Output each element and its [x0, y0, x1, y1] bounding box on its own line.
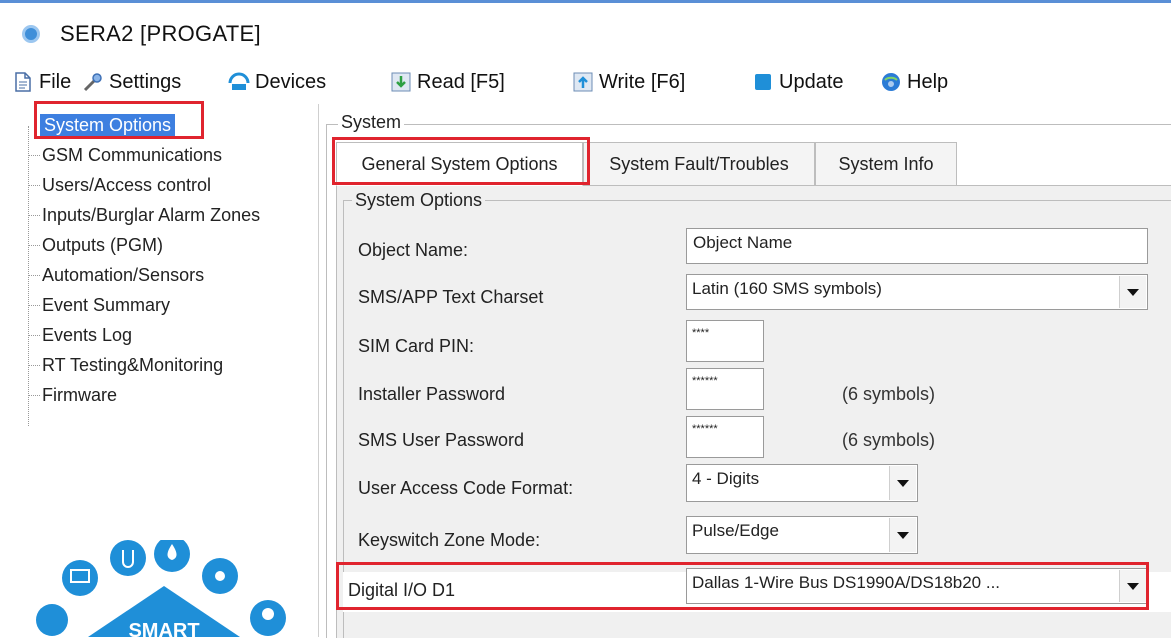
digital-io-value: Dallas 1-Wire Bus DS1990A/DS18b20 ...	[692, 573, 1001, 592]
tab-system-fault-troubles[interactable]: System Fault/Troubles	[583, 142, 815, 186]
sidebar-item-label: Automation/Sensors	[42, 264, 205, 285]
digital-io-label: Digital I/O D1	[348, 580, 456, 600]
object-name-field[interactable]: Object Name	[686, 228, 1148, 264]
menu-devices-label: Devices	[255, 70, 327, 93]
menu-read[interactable]: Read [F5]	[390, 68, 505, 96]
access-code-format-label: User Access Code Format:	[358, 478, 574, 498]
tab-system-info[interactable]: System Info	[815, 142, 957, 186]
chevron-down-icon[interactable]	[1119, 276, 1146, 308]
sidebar-item-gsm-communications[interactable]: GSM Communications	[28, 140, 222, 170]
sidebar-item-outputs[interactable]: Outputs (PGM)	[28, 230, 163, 260]
chevron-down-icon[interactable]	[1119, 570, 1146, 602]
sidebar-item-label: Event Summary	[42, 294, 171, 315]
app-icon	[22, 25, 40, 43]
menu-file[interactable]: File	[12, 68, 71, 96]
sim-pin-field[interactable]: ****	[686, 320, 764, 362]
sidebar-item-events-log[interactable]: Events Log	[28, 320, 132, 350]
access-code-format-value: 4 - Digits	[692, 469, 760, 488]
sidebar-item-automation[interactable]: Automation/Sensors	[28, 260, 204, 290]
chevron-down-icon[interactable]	[889, 518, 916, 552]
write-icon	[572, 71, 594, 93]
smart-home-logo: SMART	[30, 540, 300, 637]
sms-user-password-label: SMS User Password	[358, 430, 525, 450]
chevron-down-icon[interactable]	[889, 466, 916, 500]
sidebar-item-label: GSM Communications	[42, 144, 223, 165]
menu-help-label: Help	[907, 70, 949, 93]
sidebar-item-label: System Options	[40, 113, 176, 137]
menu-settings-label: Settings	[109, 70, 182, 93]
tab-label: System Fault/Troubles	[609, 153, 789, 174]
menu-write-label: Write [F6]	[599, 70, 686, 93]
sim-pin-value: ****	[692, 327, 710, 339]
menu-file-label: File	[39, 70, 72, 93]
sidebar-item-label: Outputs (PGM)	[42, 234, 164, 255]
installer-password-hint: (6 symbols)	[842, 384, 936, 404]
menu-read-label: Read [F5]	[417, 70, 505, 93]
menu-update-label: Update	[779, 70, 844, 93]
sms-user-password-value: ******	[692, 423, 718, 435]
sms-charset-select[interactable]: Latin (160 SMS symbols)	[686, 274, 1148, 310]
keyswitch-mode-select[interactable]: Pulse/Edge	[686, 516, 918, 554]
update-icon	[752, 71, 774, 93]
settings-icon	[82, 71, 104, 93]
sms-user-password-hint: (6 symbols)	[842, 430, 936, 450]
sidebar-item-label: Firmware	[42, 384, 117, 405]
sidebar-item-label: Users/Access control	[42, 174, 212, 195]
help-icon	[880, 71, 902, 93]
tab-label: General System Options	[361, 153, 558, 174]
menu-toolbar: File Settings Devices Read [F5] Write [F…	[0, 62, 1171, 102]
system-group-title: System	[338, 112, 405, 133]
menu-help[interactable]: Help	[880, 68, 948, 96]
installer-password-label: Installer Password	[358, 384, 506, 404]
sms-charset-value: Latin (160 SMS symbols)	[692, 279, 882, 298]
menu-settings[interactable]: Settings	[82, 68, 181, 96]
sidebar-item-users-access[interactable]: Users/Access control	[28, 170, 211, 200]
sidebar-item-event-summary[interactable]: Event Summary	[28, 290, 170, 320]
access-code-format-select[interactable]: 4 - Digits	[686, 464, 918, 502]
sidebar-item-system-options[interactable]: System Options	[40, 110, 176, 140]
file-icon	[12, 71, 34, 93]
sim-pin-label: SIM Card PIN:	[358, 336, 475, 356]
object-name-value: Object Name	[693, 233, 793, 252]
system-options-title: System Options	[352, 190, 486, 211]
sidebar-item-label: Inputs/Burglar Alarm Zones	[42, 204, 261, 225]
digital-io-select[interactable]: Dallas 1-Wire Bus DS1990A/DS18b20 ...	[686, 568, 1148, 604]
object-name-label: Object Name:	[358, 240, 469, 260]
read-icon	[390, 71, 412, 93]
sidebar-item-inputs-zones[interactable]: Inputs/Burglar Alarm Zones	[28, 200, 260, 230]
menu-write[interactable]: Write [F6]	[572, 68, 685, 96]
title-bar: SERA2 [PROGATE]	[0, 3, 1171, 61]
pane-divider	[318, 104, 319, 637]
sidebar-item-rt-testing[interactable]: RT Testing&Monitoring	[28, 350, 223, 380]
keyswitch-mode-value: Pulse/Edge	[692, 521, 779, 540]
sidebar-item-label: Events Log	[42, 324, 133, 345]
tab-general-system-options[interactable]: General System Options	[336, 142, 583, 186]
keyswitch-mode-label: Keyswitch Zone Mode:	[358, 530, 541, 550]
sidebar-item-label: RT Testing&Monitoring	[42, 354, 224, 375]
tab-label: System Info	[838, 153, 934, 174]
window-title: SERA2 [PROGATE]	[60, 21, 261, 46]
sidebar-item-firmware[interactable]: Firmware	[28, 380, 117, 410]
sms-charset-label: SMS/APP Text Charset	[358, 287, 544, 307]
menu-devices[interactable]: Devices	[228, 68, 326, 96]
installer-password-value: ******	[692, 375, 718, 387]
logo-text: SMART	[128, 620, 199, 637]
sms-user-password-field[interactable]: ******	[686, 416, 764, 458]
navigation-tree: System Options GSM Communications Users/…	[18, 104, 318, 544]
devices-icon	[228, 71, 250, 93]
menu-update[interactable]: Update	[752, 68, 844, 96]
installer-password-field[interactable]: ******	[686, 368, 764, 410]
